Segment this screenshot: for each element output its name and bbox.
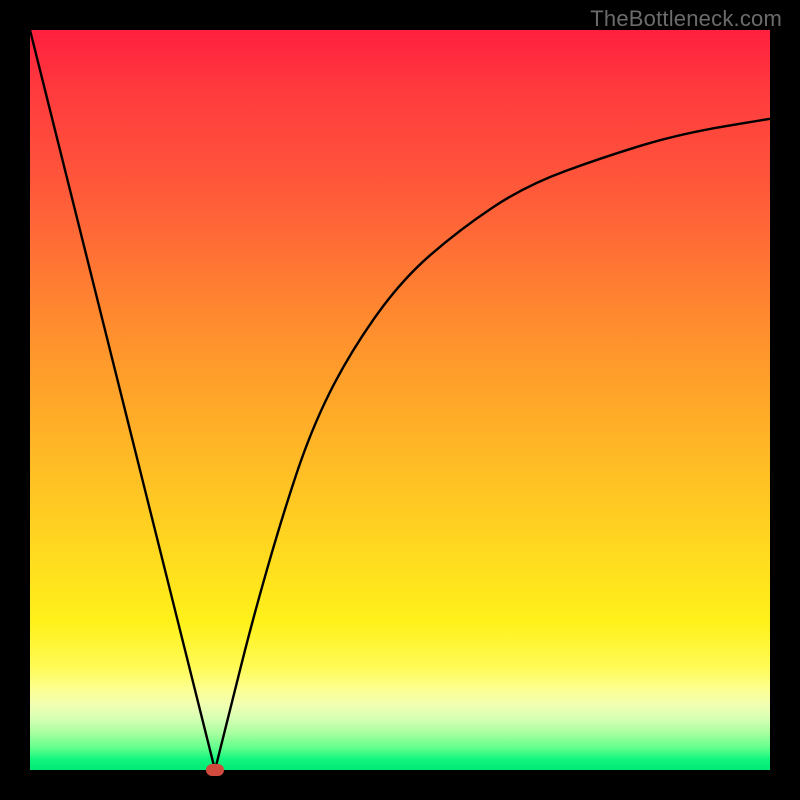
bottleneck-curve	[30, 30, 770, 770]
left-branch	[30, 30, 215, 770]
optimum-marker	[206, 764, 224, 776]
chart-frame: TheBottleneck.com	[0, 0, 800, 800]
watermark-text: TheBottleneck.com	[590, 6, 782, 32]
right-branch	[215, 119, 770, 770]
plot-area	[30, 30, 770, 770]
